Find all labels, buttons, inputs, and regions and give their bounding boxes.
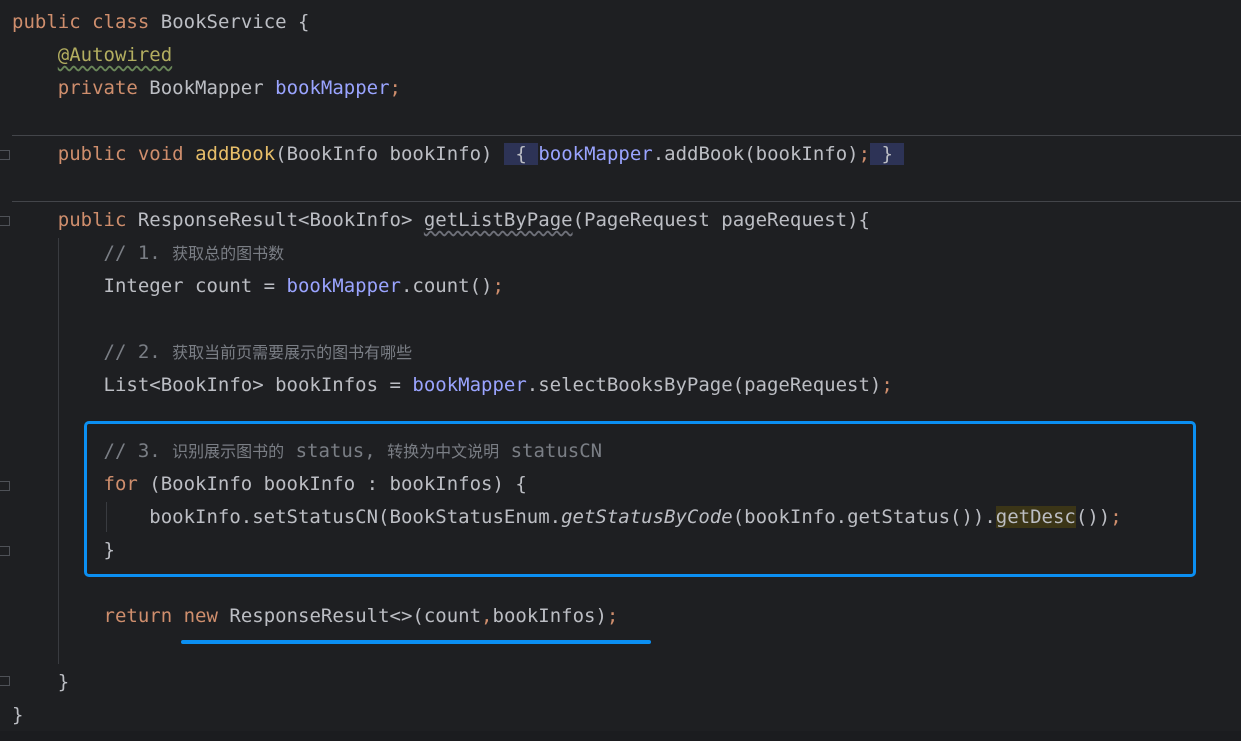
- brace: }: [881, 143, 893, 165]
- keyword: class: [92, 11, 150, 33]
- comment: 获取当前页需要展示的图书有哪些: [172, 343, 413, 362]
- method-name: getListByPage: [423, 209, 573, 231]
- fold-marker-icon[interactable]: [0, 546, 10, 556]
- keyword: public: [57, 209, 127, 231]
- field-name: bookMapper: [412, 374, 527, 396]
- keyword: void: [137, 143, 184, 165]
- code-line-3[interactable]: private BookMapper bookMapper;: [12, 72, 401, 105]
- type-name: BookMapper: [149, 77, 264, 99]
- method-name: addBook: [195, 143, 276, 165]
- field-name: bookMapper: [538, 143, 653, 165]
- brace: {: [515, 143, 527, 165]
- field-name: bookMapper: [275, 77, 390, 99]
- fold-marker-icon[interactable]: [0, 150, 10, 160]
- brace: {: [298, 11, 310, 33]
- fold-marker-icon[interactable]: [0, 481, 10, 491]
- keyword: return: [103, 605, 173, 627]
- editor-bottom-edge: [0, 731, 1241, 741]
- fold-marker-icon[interactable]: [0, 216, 10, 226]
- code-line-9[interactable]: List<BookInfo> bookInfos = bookMapper.se…: [12, 369, 893, 402]
- statement: Integer count =: [103, 275, 287, 297]
- code-line-7[interactable]: Integer count = bookMapper.count();: [12, 270, 504, 303]
- code-line-6[interactable]: // 1. 获取总的图书数: [12, 237, 285, 270]
- method-call: .selectBooksByPage(pageRequest): [526, 374, 882, 396]
- comma: ,: [481, 605, 493, 627]
- highlight-box: [84, 421, 1196, 577]
- code-line-8[interactable]: // 2. 获取当前页需要展示的图书有哪些: [12, 336, 413, 369]
- editor-gutter: [0, 0, 12, 741]
- keyword: private: [57, 77, 138, 99]
- statement: List<BookInfo> bookInfos =: [103, 374, 413, 396]
- keyword: new: [183, 605, 218, 627]
- method-call: .count(): [400, 275, 493, 297]
- statement: ResponseResult<>(count: [217, 605, 482, 627]
- semicolon: ;: [606, 605, 619, 627]
- statement: bookInfos): [492, 605, 607, 627]
- comment: 获取总的图书数: [172, 244, 285, 263]
- brace: }: [57, 671, 70, 693]
- code-line-5[interactable]: public ResponseResult<BookInfo> getListB…: [12, 204, 870, 237]
- method-call: .addBook(bookInfo): [652, 143, 859, 165]
- semicolon: ;: [881, 374, 893, 396]
- keyword: public: [12, 11, 81, 33]
- method-separator: [12, 135, 1241, 136]
- params: (BookInfo bookInfo): [275, 143, 493, 165]
- brace: }: [12, 704, 24, 726]
- params: (PageRequest pageRequest){: [572, 209, 870, 231]
- code-line-2[interactable]: @Autowired: [12, 39, 172, 72]
- class-name: BookService: [160, 11, 287, 33]
- semicolon: ;: [858, 143, 871, 165]
- method-separator: [12, 201, 1241, 202]
- fold-marker-icon[interactable]: [0, 676, 10, 686]
- field-name: bookMapper: [286, 275, 401, 297]
- comment: // 1.: [103, 242, 173, 264]
- keyword: public: [57, 143, 127, 165]
- highlight-underline: [181, 640, 651, 644]
- type-name: ResponseResult<BookInfo>: [137, 209, 413, 231]
- code-line-14[interactable]: return new ResponseResult<>(count,bookIn…: [12, 600, 619, 633]
- comment: // 2.: [103, 341, 173, 363]
- semicolon: ;: [492, 275, 504, 297]
- semicolon: ;: [389, 77, 401, 99]
- code-line-4[interactable]: public void addBook(BookInfo bookInfo) {…: [12, 138, 905, 171]
- annotation: @Autowired: [57, 44, 173, 66]
- code-line-15[interactable]: }: [12, 666, 69, 699]
- code-line-1[interactable]: public class BookService {: [12, 6, 310, 39]
- code-line-16[interactable]: }: [12, 699, 23, 732]
